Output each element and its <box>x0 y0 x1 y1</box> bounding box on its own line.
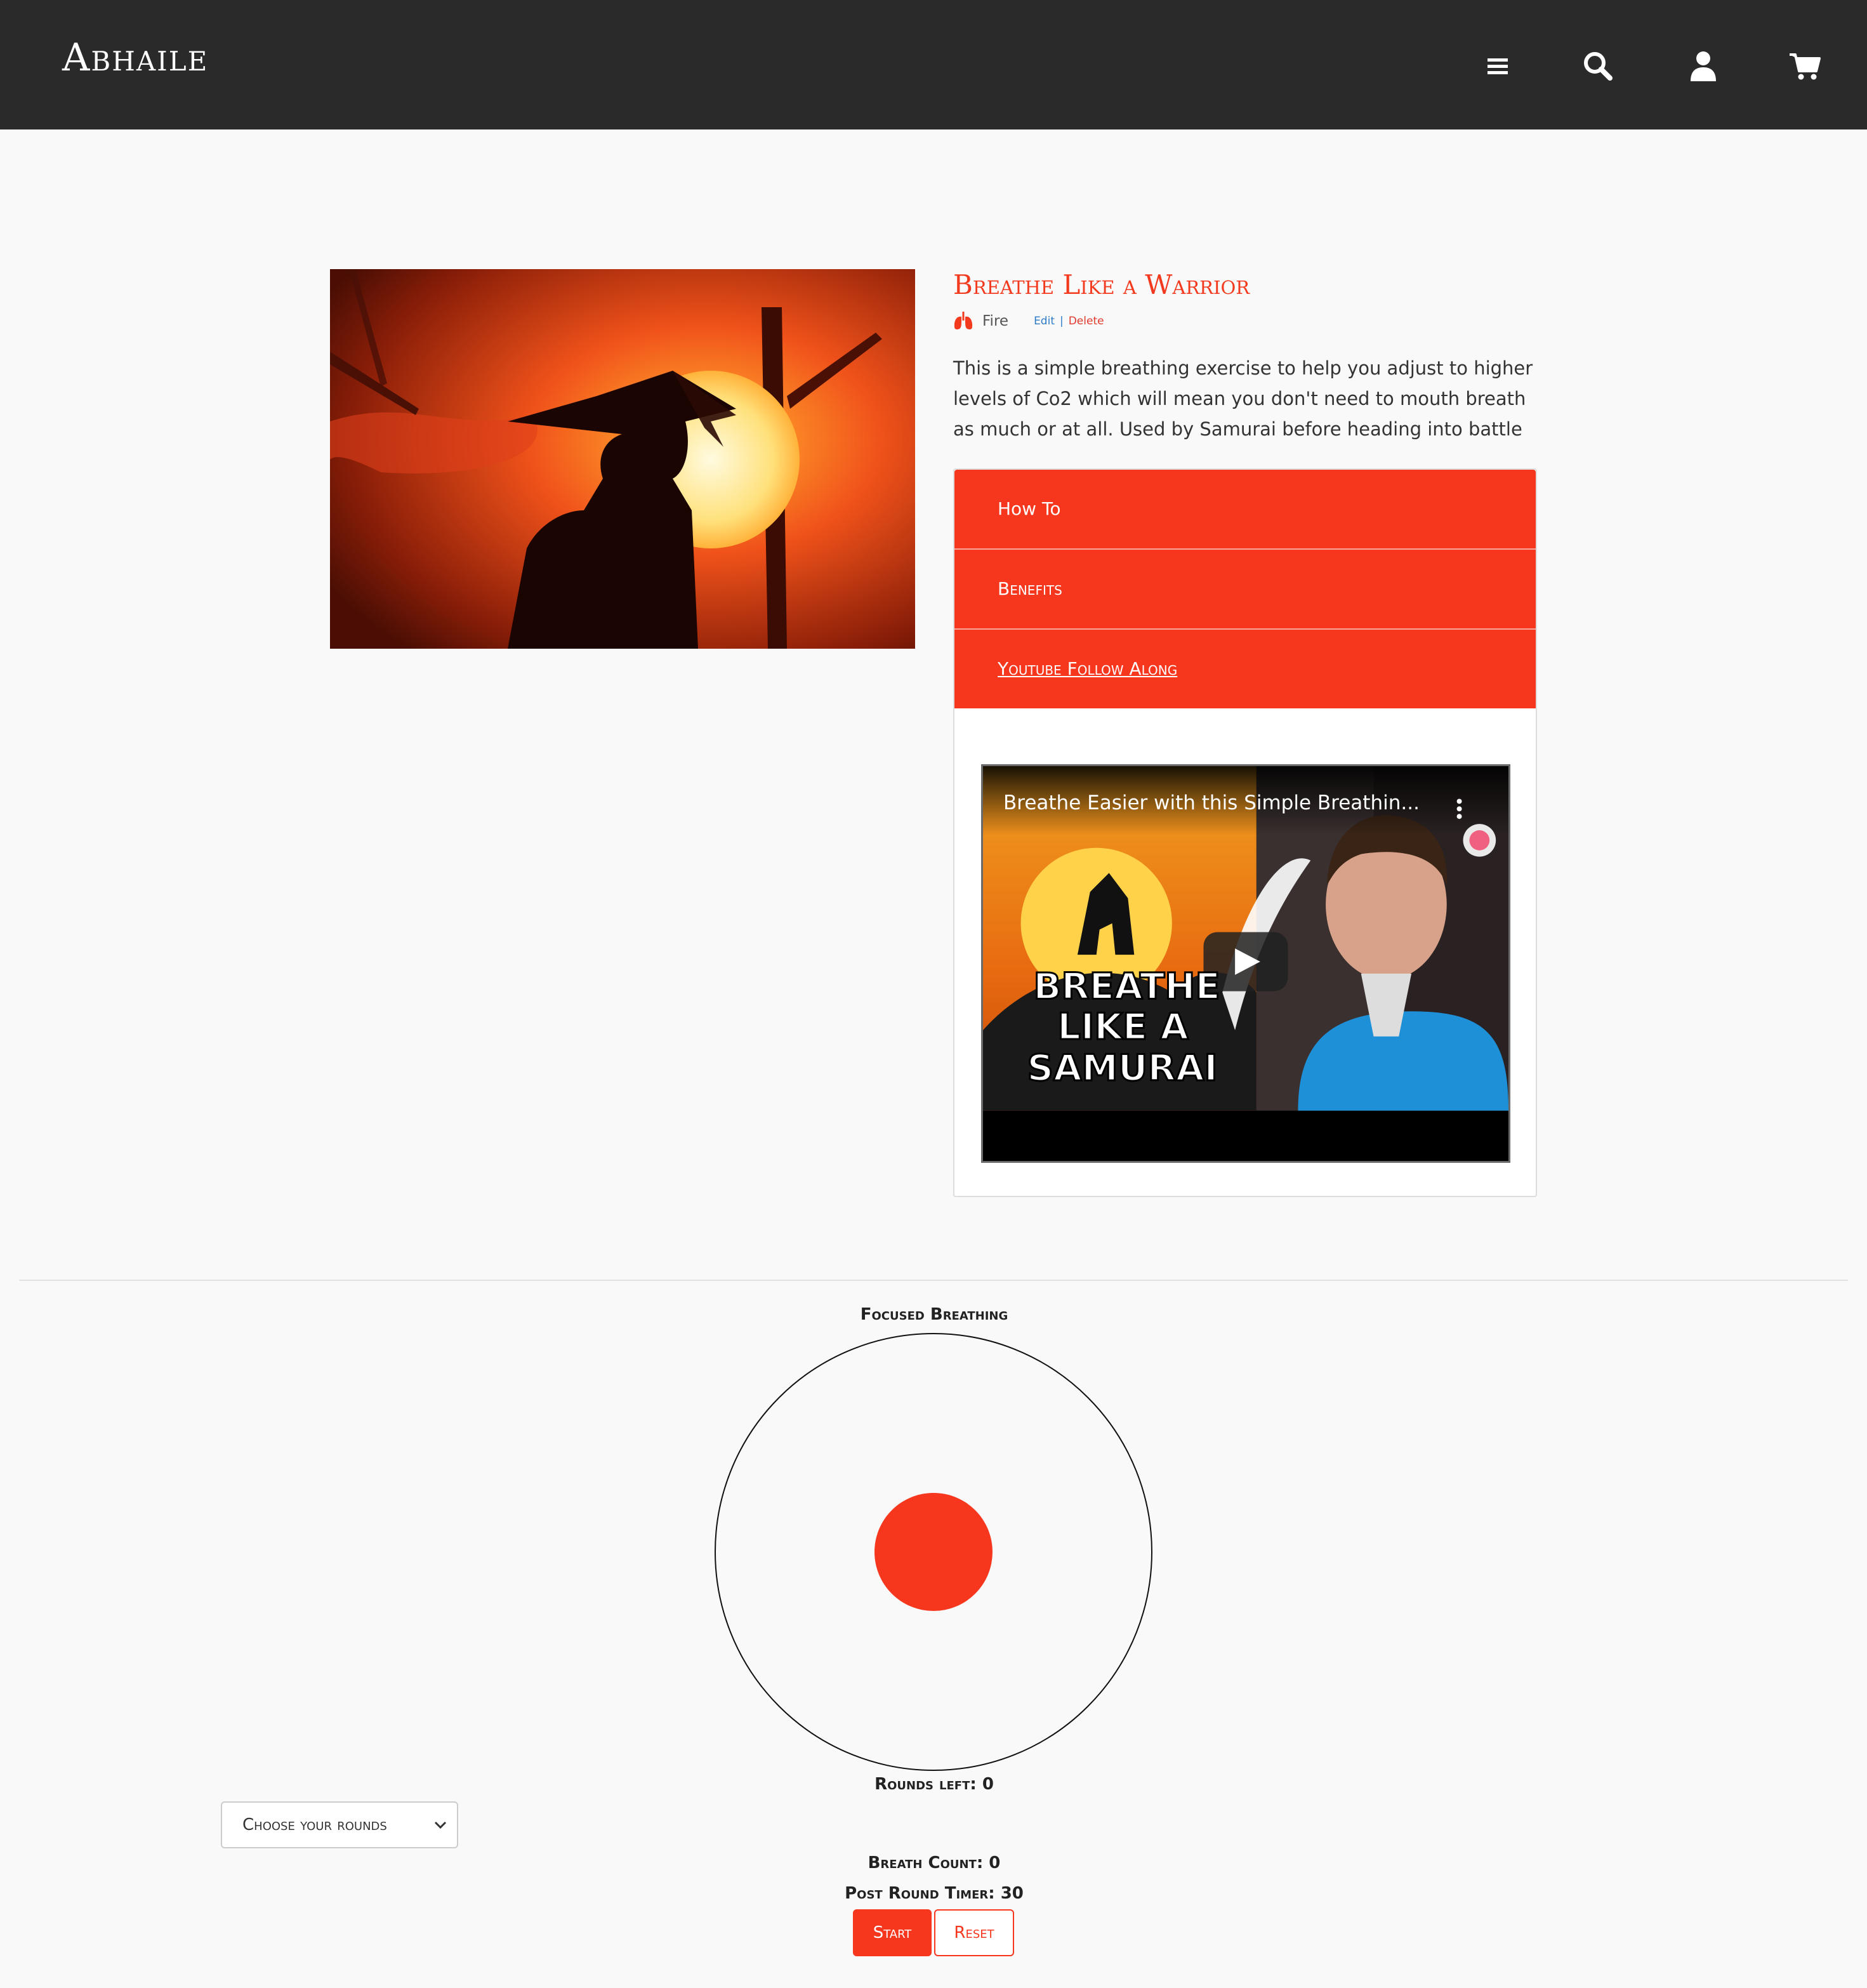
info-accordion: How To Benefits Youtube Follow Along BRE… <box>953 468 1537 1197</box>
trainer-title: Focused Breathing <box>860 1305 1008 1324</box>
top-navbar: Abhaile <box>0 0 1867 129</box>
exercise-title: Breathe Like a Warrior <box>953 269 1250 300</box>
breath-count-label: Breath Count: <box>868 1853 984 1872</box>
exercise-image <box>330 269 915 649</box>
start-button[interactable]: Start <box>853 1909 932 1956</box>
post-round-timer: Post Round Timer: 30 <box>775 1884 1093 1903</box>
site-logo[interactable]: Abhaile <box>62 36 208 80</box>
rounds-select-value: Choose your rounds <box>242 1815 387 1834</box>
cart-icon[interactable] <box>1787 48 1823 84</box>
thumb-text: SAMURAI <box>1027 1047 1217 1089</box>
lungs-icon <box>954 312 973 329</box>
post-round-timer-value: 30 <box>1000 1884 1024 1903</box>
thumb-text: BREATHE <box>1033 965 1220 1008</box>
breathing-indicator <box>874 1493 993 1611</box>
rounds-select[interactable]: Choose your rounds <box>221 1801 458 1848</box>
delete-link[interactable]: Delete <box>1069 315 1104 328</box>
exercise-description: This is a simple breathing exercise to h… <box>953 357 1533 440</box>
thumb-text: LIKE A <box>1057 1005 1189 1048</box>
search-icon[interactable] <box>1580 48 1616 84</box>
link-separator: | <box>1059 315 1064 328</box>
rounds-left-label: Rounds left: <box>874 1775 977 1794</box>
edit-link[interactable]: Edit <box>1034 315 1055 328</box>
user-icon[interactable] <box>1686 48 1721 84</box>
section-divider <box>19 1280 1848 1281</box>
accordion-benefits[interactable]: Benefits <box>954 550 1536 628</box>
chevron-down-icon <box>434 1821 447 1829</box>
youtube-video-embed[interactable]: BREATHE LIKE A SAMURAI Breathe Easier wi… <box>981 764 1510 1163</box>
breath-count: Breath Count: 0 <box>775 1853 1093 1872</box>
breath-count-value: 0 <box>989 1853 1001 1872</box>
rounds-left: Rounds left: 0 <box>775 1775 1093 1794</box>
exercise-meta: Fire Edit | Delete <box>953 311 1104 331</box>
video-title[interactable]: Breathe Easier with this Simple Breathin… <box>1003 792 1420 814</box>
post-round-timer-label: Post Round Timer: <box>845 1884 995 1903</box>
accordion-youtube-follow-along[interactable]: Youtube Follow Along <box>954 630 1536 708</box>
element-label: Fire <box>982 313 1009 329</box>
menu-icon[interactable] <box>1480 48 1515 84</box>
reset-button[interactable]: Reset <box>934 1909 1014 1956</box>
rounds-left-value: 0 <box>982 1775 994 1794</box>
accordion-how-to[interactable]: How To <box>954 470 1536 548</box>
